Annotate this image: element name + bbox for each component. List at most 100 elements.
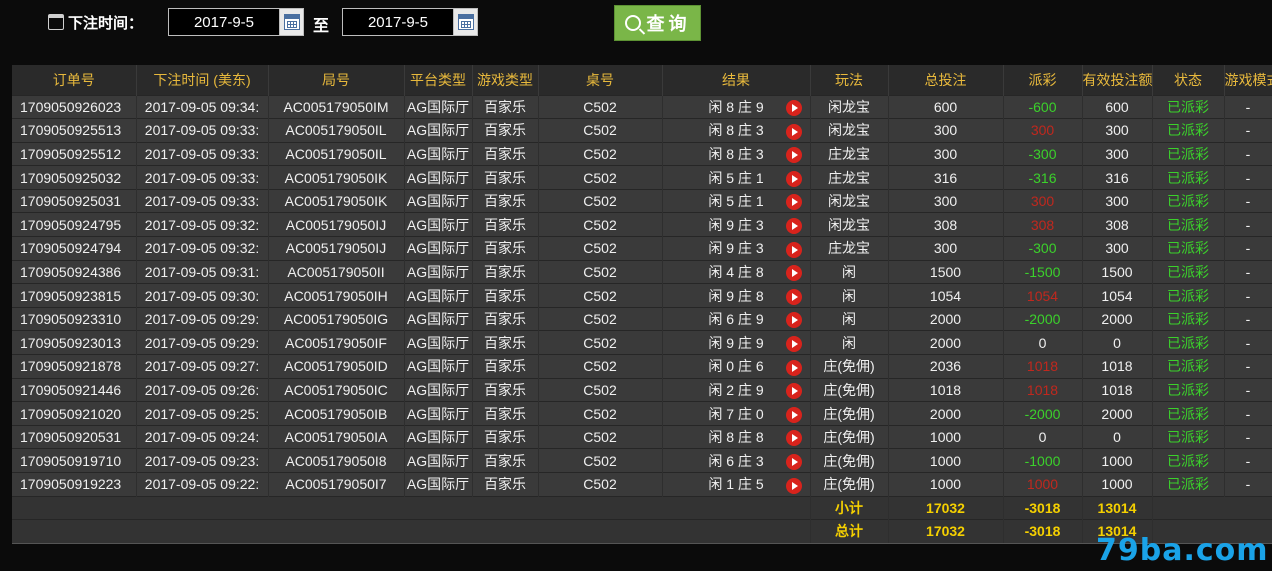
bet-type-text: 闲	[842, 263, 856, 280]
result-text: 闲 5 庄 1	[708, 169, 764, 186]
table-row: 1709050924795 2017-09-05 09:32: AC00517905…	[12, 212, 1272, 237]
game-mode-cell: -	[1224, 141, 1272, 166]
game-mode-text: -	[1245, 169, 1251, 186]
status-cell: 已派彩	[1152, 330, 1225, 355]
table-row: 1709050926023 2017-09-05 09:34: AC00517905…	[12, 94, 1272, 119]
play-video-icon[interactable]	[785, 477, 802, 494]
game-type-cell: 百家乐	[472, 330, 539, 355]
platform-text: AG国际厅	[406, 263, 470, 280]
bet-type-cell: 庄(免佣)	[810, 424, 889, 449]
total-bet-cell: 2036	[888, 354, 1004, 379]
payout-text: 1018	[1026, 381, 1059, 398]
bet-type-text: 庄(免佣)	[823, 476, 875, 493]
order-id-cell: 1709050925032	[12, 165, 137, 190]
round-id-cell: AC005179050IL	[268, 141, 405, 166]
platform-text: AG国际厅	[406, 216, 470, 233]
play-video-icon[interactable]	[785, 383, 802, 400]
order-id-cell: 1709050921020	[12, 401, 137, 426]
result-text: 闲 2 庄 9	[708, 381, 764, 398]
play-video-icon[interactable]	[785, 194, 802, 211]
end-date-picker-button[interactable]	[453, 9, 477, 35]
end-date-field[interactable]: 2017-9-5	[342, 8, 478, 36]
game-mode-text: -	[1245, 381, 1251, 398]
play-video-icon[interactable]	[785, 147, 802, 164]
game-mode-text: -	[1245, 334, 1251, 351]
bet-time-text: 2017-09-05 09:32:	[144, 240, 260, 257]
valid-bet-text: 1018	[1101, 358, 1133, 375]
order-id-text: 1709050924386	[20, 263, 122, 280]
game-type-cell: 百家乐	[472, 354, 539, 379]
game-type-cell: 百家乐	[472, 236, 539, 261]
order-id-text: 1709050921020	[20, 405, 122, 422]
bet-time-text: 2017-09-05 09:25:	[144, 405, 260, 422]
start-date-field[interactable]: 2017-9-5	[168, 8, 304, 36]
bet-records-table: 订单号 下注时间 (美东) 局号 平台类型 游戏类型 桌号 结果 玩法 总投注 …	[12, 65, 1272, 544]
play-video-icon[interactable]	[785, 265, 802, 282]
platform-cell: AG国际厅	[404, 94, 473, 119]
play-video-icon[interactable]	[785, 430, 802, 447]
result-text: 闲 9 庄 8	[708, 287, 764, 304]
platform-text: AG国际厅	[406, 405, 470, 422]
payout-text: 0	[1038, 334, 1047, 351]
play-video-icon[interactable]	[785, 336, 802, 353]
play-video-icon[interactable]	[785, 312, 802, 329]
play-video-icon[interactable]	[785, 100, 802, 117]
bet-type-cell: 闲	[810, 259, 889, 284]
game-type-cell: 百家乐	[472, 306, 539, 331]
bet-type-text: 庄(免佣)	[823, 429, 875, 446]
bet-time-text: 2017-09-05 09:31:	[144, 263, 260, 280]
result-cell: 闲 8 庄 3	[662, 141, 811, 166]
start-date-picker-button[interactable]	[279, 9, 303, 35]
valid-bet-text: 0	[1113, 334, 1121, 351]
query-button[interactable]: 查询	[614, 5, 701, 41]
game-type-cell: 百家乐	[472, 377, 539, 402]
play-video-icon[interactable]	[785, 288, 802, 305]
play-video-icon[interactable]	[785, 241, 802, 258]
status-text: 已派彩	[1167, 358, 1209, 375]
status-cell: 已派彩	[1152, 401, 1225, 426]
payout-cell: -1500	[1003, 259, 1083, 284]
end-date-value[interactable]: 2017-9-5	[343, 9, 453, 35]
bet-time-label: 下注时间：	[48, 10, 143, 34]
platform-text: AG国际厅	[406, 334, 470, 351]
result-cell: 闲 1 庄 5	[662, 472, 811, 497]
total-bet-text: 600	[933, 98, 958, 115]
table-no-cell: C502	[538, 306, 663, 331]
play-video-icon[interactable]	[785, 454, 802, 470]
platform-text: AG国际厅	[406, 122, 470, 139]
game-type-text: 百家乐	[484, 358, 526, 375]
play-video-icon[interactable]	[785, 406, 802, 423]
status-cell: 已派彩	[1152, 472, 1225, 497]
game-type-cell: 百家乐	[472, 401, 539, 426]
game-type-cell: 百家乐	[472, 94, 539, 119]
play-video-icon[interactable]	[785, 359, 802, 376]
round-id-cell: AC005179050IA	[268, 424, 405, 449]
play-video-icon[interactable]	[785, 123, 802, 140]
bet-type-text: 庄龙宝	[828, 145, 870, 162]
game-type-cell: 百家乐	[472, 141, 539, 166]
start-date-value[interactable]: 2017-9-5	[169, 9, 279, 35]
platform-cell: AG国际厅	[404, 377, 473, 402]
bet-time-cell: 2017-09-05 09:26:	[136, 377, 269, 402]
bet-time-text: 2017-09-05 09:29:	[144, 334, 260, 351]
game-mode-cell: -	[1224, 118, 1272, 143]
bet-type-cell: 庄(免佣)	[810, 377, 889, 402]
bet-time-cell: 2017-09-05 09:25:	[136, 401, 269, 426]
valid-bet-text: 1054	[1101, 287, 1133, 304]
bet-type-cell: 闲	[810, 330, 889, 355]
calendar-icon	[48, 14, 64, 30]
play-video-icon[interactable]	[785, 170, 802, 187]
bet-time-text: 2017-09-05 09:24:	[144, 429, 260, 446]
bet-time-text: 2017-09-05 09:27:	[144, 358, 260, 375]
subtotal-trailing	[1152, 495, 1272, 520]
total-bet-cell: 1054	[888, 283, 1004, 308]
platform-cell: AG国际厅	[404, 283, 473, 308]
game-type-text: 百家乐	[484, 216, 526, 233]
payout-text: 1000	[1026, 476, 1059, 493]
total-bet-cell: 316	[888, 165, 1004, 190]
table-no-cell: C502	[538, 118, 663, 143]
play-video-icon[interactable]	[785, 218, 802, 235]
result-cell: 闲 2 庄 9	[662, 377, 811, 402]
valid-bet-text: 308	[1105, 216, 1129, 233]
order-id-cell: 1709050920531	[12, 424, 137, 449]
